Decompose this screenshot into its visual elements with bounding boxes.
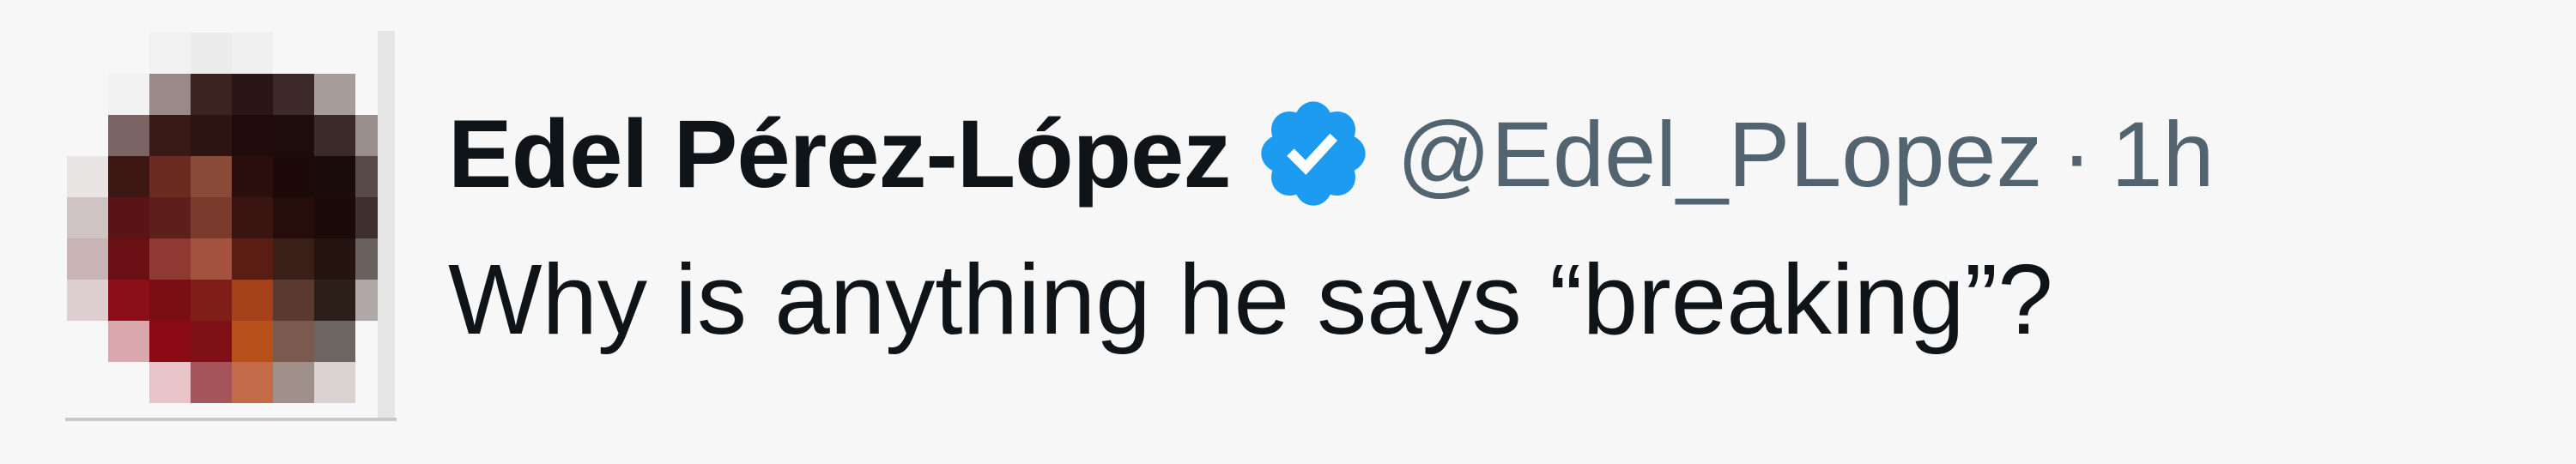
tweet-timestamp[interactable]: 1h — [2111, 100, 2214, 208]
tweet-header: Edel Pérez-López @Edel_PLopez · 1h — [448, 89, 2215, 218]
tweet[interactable]: Edel Pérez-López @Edel_PLopez · 1h Why i… — [0, 0, 2576, 464]
avatar[interactable] — [67, 33, 395, 422]
display-name[interactable]: Edel Pérez-López — [448, 99, 1231, 209]
separator-dot: · — [2061, 101, 2093, 206]
avatar-edge — [378, 31, 395, 420]
avatar-image — [67, 33, 395, 422]
verified-badge-icon[interactable] — [1252, 93, 1374, 214]
user-handle[interactable]: @Edel_PLopez — [1397, 100, 2042, 208]
tweet-text: Why is anything he says “breaking”? — [448, 244, 2053, 355]
avatar-underline — [65, 418, 397, 421]
